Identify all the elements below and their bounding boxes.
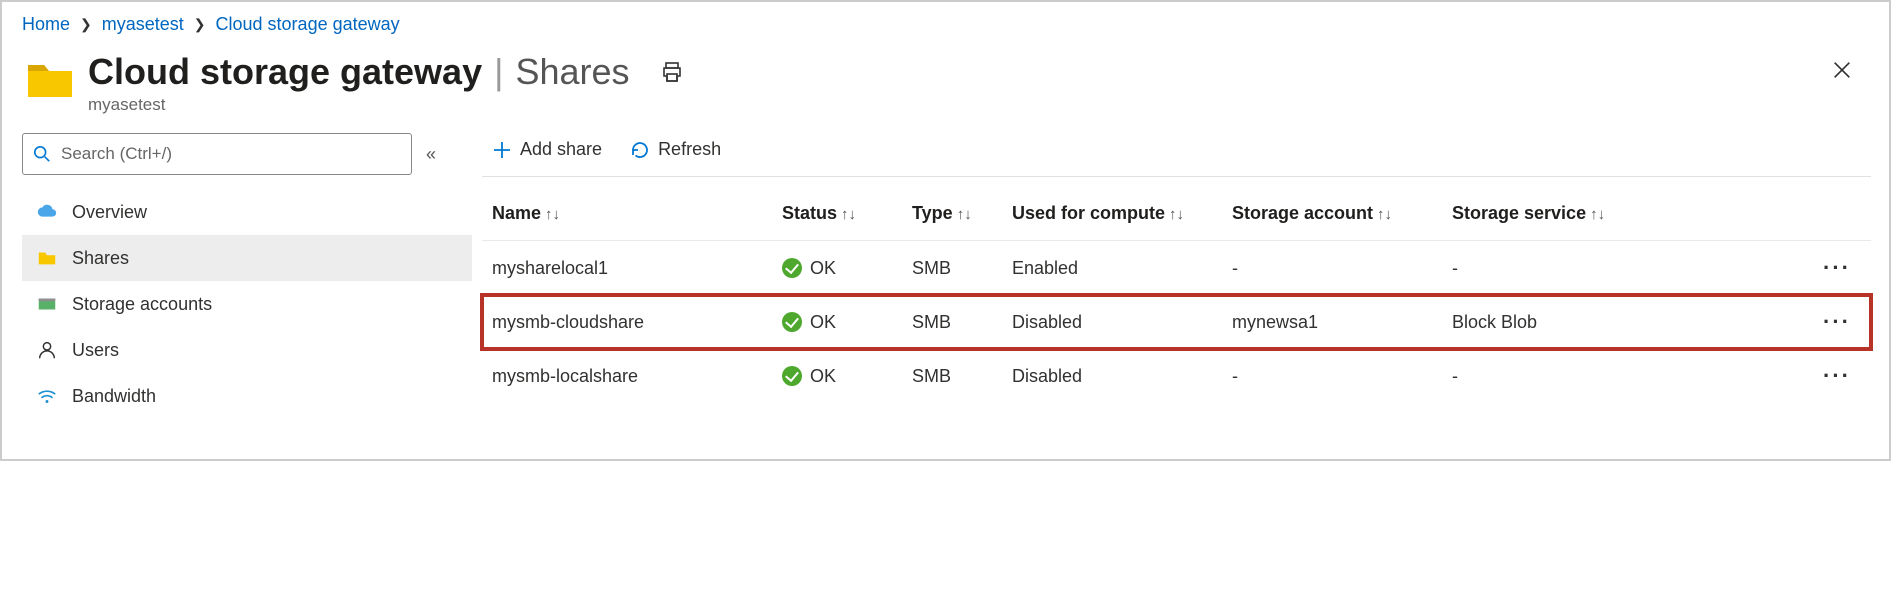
toolbar: Add share Refresh (482, 133, 1871, 177)
cell-compute: Disabled (1002, 349, 1222, 403)
breadcrumb-item-home[interactable]: Home (22, 14, 70, 35)
cell-name: mysmb-localshare (482, 349, 772, 403)
column-header-name[interactable]: Name↑↓ (482, 189, 772, 241)
refresh-label: Refresh (658, 139, 721, 160)
folder-icon (26, 57, 74, 101)
sort-icon: ↑↓ (545, 206, 560, 223)
add-share-button[interactable]: Add share (492, 139, 602, 160)
sort-icon: ↑↓ (1590, 206, 1605, 223)
sidebar-item-storage-accounts[interactable]: Storage accounts (22, 281, 472, 327)
cell-status: OK (772, 349, 902, 403)
breadcrumb-item-section[interactable]: Cloud storage gateway (216, 14, 400, 35)
sidebar-item-overview[interactable]: Overview (22, 189, 472, 235)
cell-type: SMB (902, 241, 1002, 296)
column-header-service[interactable]: Storage service↑↓ (1442, 189, 1811, 241)
row-actions-button[interactable]: ··· (1811, 295, 1871, 349)
title-separator: | (494, 51, 503, 93)
cell-status: OK (772, 241, 902, 296)
cell-type: SMB (902, 349, 1002, 403)
breadcrumb-item-resource[interactable]: myasetest (102, 14, 184, 35)
page-title: Cloud storage gateway (88, 51, 482, 93)
refresh-button[interactable]: Refresh (630, 139, 721, 160)
row-actions-button[interactable]: ··· (1811, 241, 1871, 296)
ok-icon (782, 258, 802, 278)
close-icon (1831, 59, 1853, 81)
cell-type: SMB (902, 295, 1002, 349)
shares-table: Name↑↓ Status↑↓ Type↑↓ Used for compute↑… (482, 189, 1871, 403)
folder-icon (36, 247, 58, 269)
cell-compute: Enabled (1002, 241, 1222, 296)
cell-account: - (1222, 349, 1442, 403)
cell-service: - (1442, 241, 1811, 296)
search-placeholder: Search (Ctrl+/) (61, 144, 172, 164)
sidebar-item-label: Overview (72, 202, 147, 223)
cell-service: Block Blob (1442, 295, 1811, 349)
sidebar-item-label: Bandwidth (72, 386, 156, 407)
sort-icon: ↑↓ (1169, 206, 1184, 223)
sidebar-item-label: Shares (72, 248, 129, 269)
page-header: Cloud storage gateway | Shares myasetest (2, 45, 1889, 133)
refresh-icon (630, 140, 650, 160)
column-label: Storage service (1452, 203, 1586, 223)
sort-icon: ↑↓ (841, 206, 856, 223)
plus-icon (492, 140, 512, 160)
column-header-compute[interactable]: Used for compute↑↓ (1002, 189, 1222, 241)
column-label: Name (492, 203, 541, 223)
cell-account: mynewsa1 (1222, 295, 1442, 349)
table-row[interactable]: mysmb-localshareOKSMBDisabled--··· (482, 349, 1871, 403)
sidebar-item-label: Storage accounts (72, 294, 212, 315)
sidebar-nav: Overview Shares Storage accounts (22, 189, 472, 419)
add-share-label: Add share (520, 139, 602, 160)
column-label: Storage account (1232, 203, 1373, 223)
ok-icon (782, 366, 802, 386)
sidebar-item-label: Users (72, 340, 119, 361)
cell-name: mysharelocal1 (482, 241, 772, 296)
cloud-icon (36, 201, 58, 223)
sort-icon: ↑↓ (957, 206, 972, 223)
print-button[interactable] (660, 52, 684, 89)
collapse-sidebar-button[interactable]: « (426, 144, 436, 165)
column-header-account[interactable]: Storage account↑↓ (1222, 189, 1442, 241)
cell-name: mysmb-cloudshare (482, 295, 772, 349)
close-button[interactable] (1831, 51, 1865, 86)
main-content: Add share Refresh Name↑↓ Status↑↓ (472, 133, 1889, 419)
sidebar-item-users[interactable]: Users (22, 327, 472, 373)
cell-service: - (1442, 349, 1811, 403)
ok-icon (782, 312, 802, 332)
table-row[interactable]: mysharelocal1OKSMBEnabled--··· (482, 241, 1871, 296)
sidebar-item-bandwidth[interactable]: Bandwidth (22, 373, 472, 419)
wifi-icon (36, 385, 58, 407)
chevron-right-icon: ❯ (80, 16, 92, 33)
column-header-type[interactable]: Type↑↓ (902, 189, 1002, 241)
user-icon (36, 339, 58, 361)
sidebar: Search (Ctrl+/) « Overview Shares (2, 133, 472, 419)
sidebar-item-shares[interactable]: Shares (22, 235, 472, 281)
table-row[interactable]: mysmb-cloudshareOKSMBDisabledmynewsa1Blo… (482, 295, 1871, 349)
column-label: Type (912, 203, 953, 223)
page-subtitle: Shares (515, 51, 629, 93)
storage-icon (36, 293, 58, 315)
cell-status: OK (772, 295, 902, 349)
chevron-right-icon: ❯ (194, 16, 206, 33)
sort-icon: ↑↓ (1377, 206, 1392, 223)
cell-account: - (1222, 241, 1442, 296)
print-icon (660, 60, 684, 84)
search-icon (33, 145, 51, 163)
column-header-status[interactable]: Status↑↓ (772, 189, 902, 241)
search-input[interactable]: Search (Ctrl+/) (22, 133, 412, 175)
row-actions-button[interactable]: ··· (1811, 349, 1871, 403)
breadcrumb: Home ❯ myasetest ❯ Cloud storage gateway (2, 2, 1889, 45)
column-label: Used for compute (1012, 203, 1165, 223)
cell-compute: Disabled (1002, 295, 1222, 349)
resource-name: myasetest (88, 95, 1831, 115)
column-label: Status (782, 203, 837, 223)
column-header-actions (1811, 189, 1871, 241)
